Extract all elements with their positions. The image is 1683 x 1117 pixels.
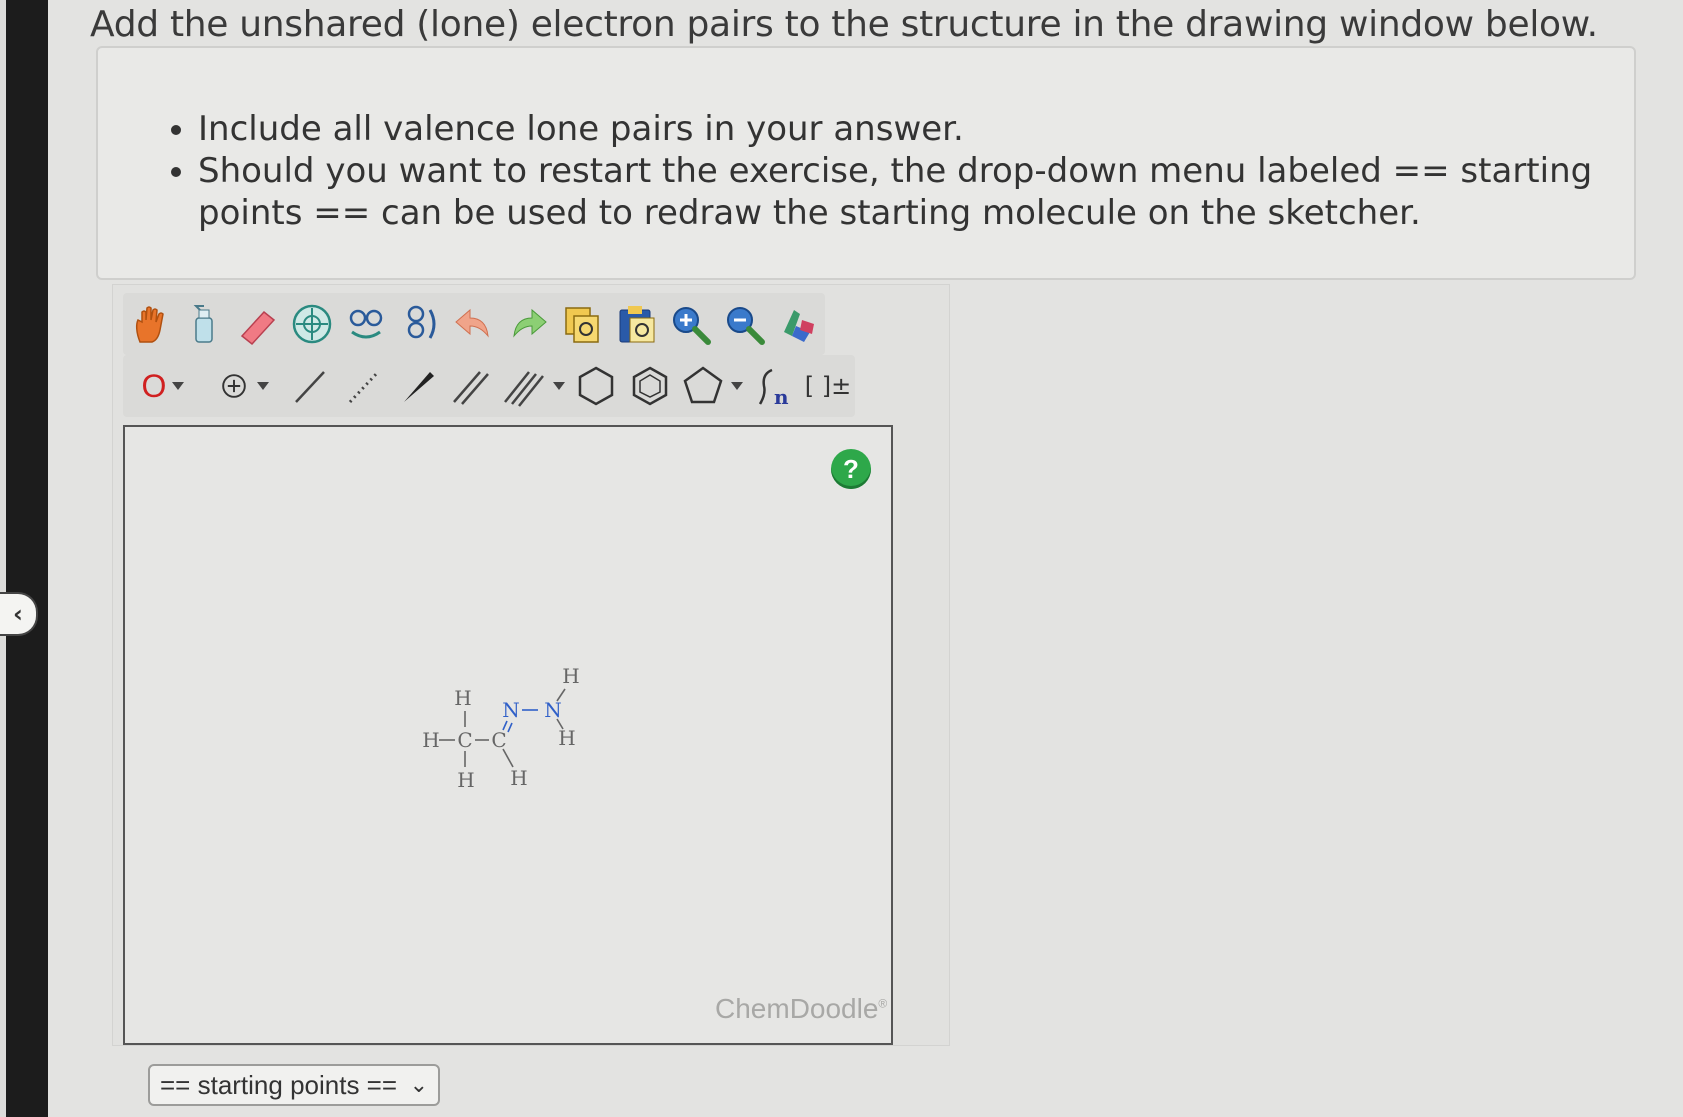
paste-icon[interactable] [609, 297, 663, 351]
repeat-unit-icon[interactable]: n [747, 359, 801, 413]
dropdown-arrow-icon [257, 382, 269, 390]
cyclopentane-icon [683, 366, 723, 404]
repeat-unit-label: n [774, 385, 789, 408]
wedge-bond-icon[interactable] [391, 359, 445, 413]
cyclopentane-dropdown[interactable] [677, 359, 747, 413]
watermark-text: ChemDoodle [715, 993, 879, 1024]
atom-label-value: O [141, 367, 167, 404]
atom-n2: N [544, 698, 562, 722]
zoom-in-icon[interactable] [663, 297, 717, 351]
atom-h-n2-top: H [562, 664, 579, 688]
instruction-item: Include all valence lone pairs in your a… [198, 108, 1594, 150]
flip-vertical-icon[interactable] [393, 297, 447, 351]
toolbar-row-top [123, 293, 825, 355]
atom-h-left: H [422, 728, 439, 752]
drawing-canvas[interactable]: ? H H C H C H N N H H ChemDoodle® [123, 425, 893, 1045]
bracket-charge-label: [ ]± [804, 372, 852, 400]
benzene-icon[interactable] [623, 359, 677, 413]
dropdown-arrow-icon [172, 382, 185, 390]
chemdoodle-watermark: ChemDoodle® [715, 993, 887, 1025]
atom-h-bottom: H [457, 768, 474, 792]
question-title: Add the unshared (lone) electron pairs t… [90, 4, 1598, 45]
charge-select[interactable] [203, 359, 283, 413]
starting-points-label: == starting points == [160, 1069, 398, 1100]
hand-icon[interactable] [123, 297, 177, 351]
instructions-list: Include all valence lone pairs in your a… [98, 48, 1634, 234]
double-bond-icon[interactable] [445, 359, 499, 413]
eraser-icon[interactable] [231, 297, 285, 351]
starting-points-dropdown[interactable]: == starting points == ⌄ [148, 1064, 440, 1106]
bond-c2-h [502, 748, 514, 768]
atom-c1: C [457, 728, 472, 752]
bond-c2-n1-b [507, 722, 513, 733]
atom-c2: C [491, 728, 506, 752]
atom-h-top: H [454, 686, 471, 710]
hash-bond-icon[interactable] [337, 359, 391, 413]
left-sidebar-strip [6, 0, 48, 1117]
atom-n1: N [502, 698, 520, 722]
dropdown-arrow-icon [731, 382, 743, 390]
clean-structure-icon[interactable] [771, 297, 825, 351]
single-bond-icon[interactable] [283, 359, 337, 413]
dropdown-arrow-icon [553, 382, 565, 390]
instruction-item: Should you want to restart the exercise,… [198, 150, 1594, 234]
atom-h-n2-bottom: H [558, 726, 575, 750]
zoom-out-icon[interactable] [717, 297, 771, 351]
triple-bond-dropdown[interactable] [499, 359, 569, 413]
spray-bottle-icon[interactable] [177, 297, 231, 351]
copy-icon[interactable] [555, 297, 609, 351]
toolbar-row-bottom: O n []± [123, 355, 855, 417]
collapse-panel-button[interactable]: ‹ [0, 592, 38, 636]
instructions-box: Include all valence lone pairs in your a… [96, 46, 1636, 280]
triple-bond-icon [504, 371, 544, 407]
registered-mark: ® [878, 996, 888, 1011]
flip-horizontal-icon[interactable] [339, 297, 393, 351]
atom-label-select[interactable]: O [123, 359, 203, 413]
atom-h-c2: H [510, 766, 527, 790]
bracket-charge-icon[interactable]: [ ]± [801, 359, 855, 413]
chevron-down-icon: ⌄ [409, 1072, 428, 1097]
center-icon[interactable] [285, 297, 339, 351]
cyclohexane-icon[interactable] [569, 359, 623, 413]
chevron-left-icon: ‹ [13, 600, 23, 628]
chemdoodle-sketcher: O n []± ? H H C H C H N N H H ChemDoodl… [112, 284, 950, 1046]
redo-icon[interactable] [501, 297, 555, 351]
undo-icon[interactable] [447, 297, 501, 351]
molecule-structure[interactable]: H H C H C H N N H H [125, 427, 895, 1047]
charge-plus-icon [222, 374, 246, 398]
